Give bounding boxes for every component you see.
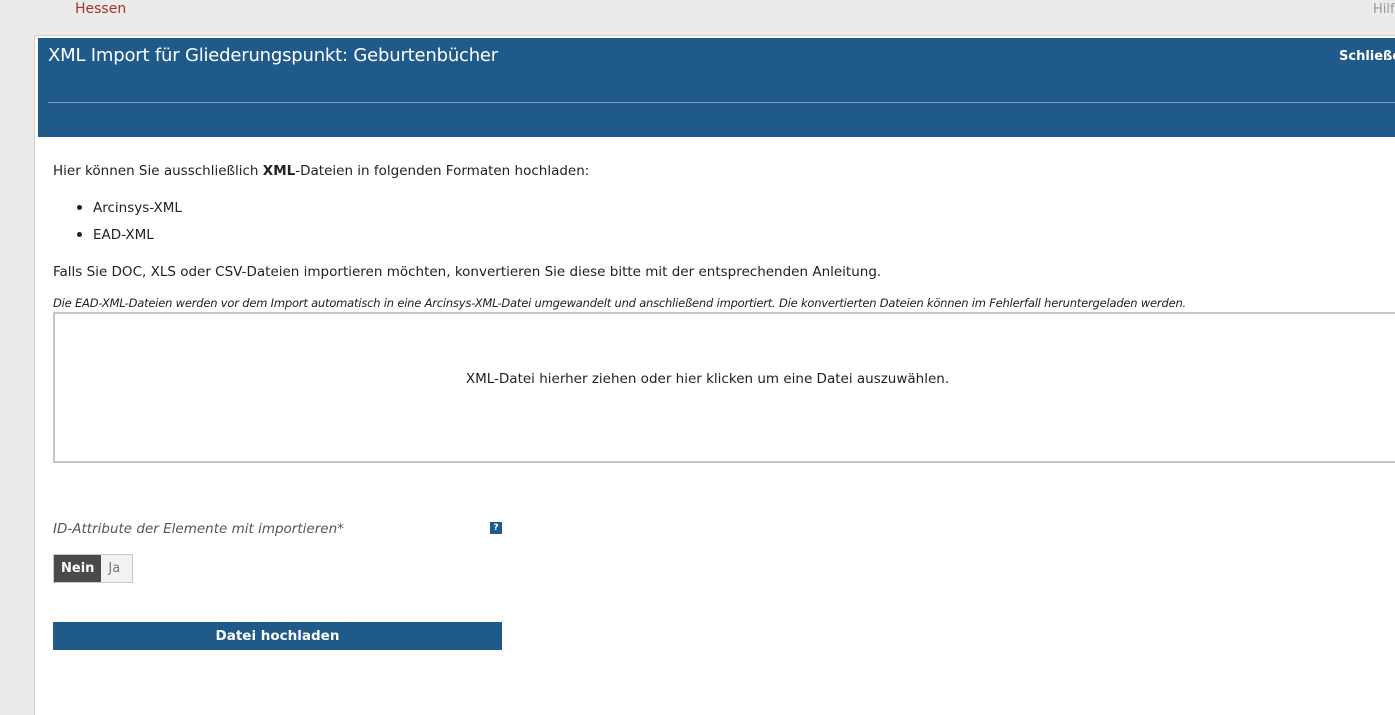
- conversion-hint: Falls Sie DOC, XLS oder CSV-Dateien impo…: [53, 264, 882, 280]
- dropzone-text: XML-Datei hierher ziehen oder hier klick…: [55, 370, 1395, 388]
- toggle-option-nein[interactable]: Nein: [54, 555, 102, 582]
- list-item: EAD-XML: [53, 226, 182, 253]
- toggle-option-ja[interactable]: Ja: [101, 555, 133, 582]
- id-attribute-toggle: Nein Ja: [53, 554, 134, 583]
- ead-note: Die EAD-XML-Dateien werden vor dem Impor…: [53, 296, 1186, 310]
- format-label: EAD-XML: [93, 227, 154, 243]
- intro-text-before: Hier können Sie ausschließlich: [53, 163, 263, 179]
- help-link[interactable]: Hilfe: [1373, 1, 1395, 19]
- close-button[interactable]: Schließen: [1339, 48, 1395, 66]
- upload-file-button[interactable]: Datei hochladen: [53, 622, 502, 650]
- hessen-link[interactable]: Hessen: [75, 0, 126, 18]
- intro-text-xml: XML: [262, 163, 296, 179]
- dropzone-label: XML-Datei hierher ziehen oder hier klick…: [465, 371, 950, 387]
- bullet-icon: [77, 232, 82, 237]
- intro-text: Hier können Sie ausschließlich XML-Datei…: [53, 162, 589, 180]
- intro-text-after: -Dateien in folgenden Formaten hochladen…: [295, 163, 590, 179]
- list-item: Arcinsys-XML: [53, 199, 182, 226]
- xml-import-dialog: XML Import für Gliederungspunkt: Geburte…: [34, 35, 1395, 715]
- format-label: Arcinsys-XML: [93, 200, 182, 216]
- format-list: Arcinsys-XML EAD-XML: [53, 199, 182, 253]
- id-attribute-label: ID-Attribute der Elemente mit importiere…: [53, 521, 344, 537]
- dialog-header: XML Import für Gliederungspunkt: Geburte…: [38, 38, 1395, 137]
- help-icon[interactable]: ?: [490, 522, 502, 534]
- file-dropzone[interactable]: XML-Datei hierher ziehen oder hier klick…: [53, 312, 1395, 463]
- header-divider: [48, 102, 1395, 103]
- dialog-title: XML Import für Gliederungspunkt: Geburte…: [48, 45, 499, 66]
- bullet-icon: [77, 205, 82, 210]
